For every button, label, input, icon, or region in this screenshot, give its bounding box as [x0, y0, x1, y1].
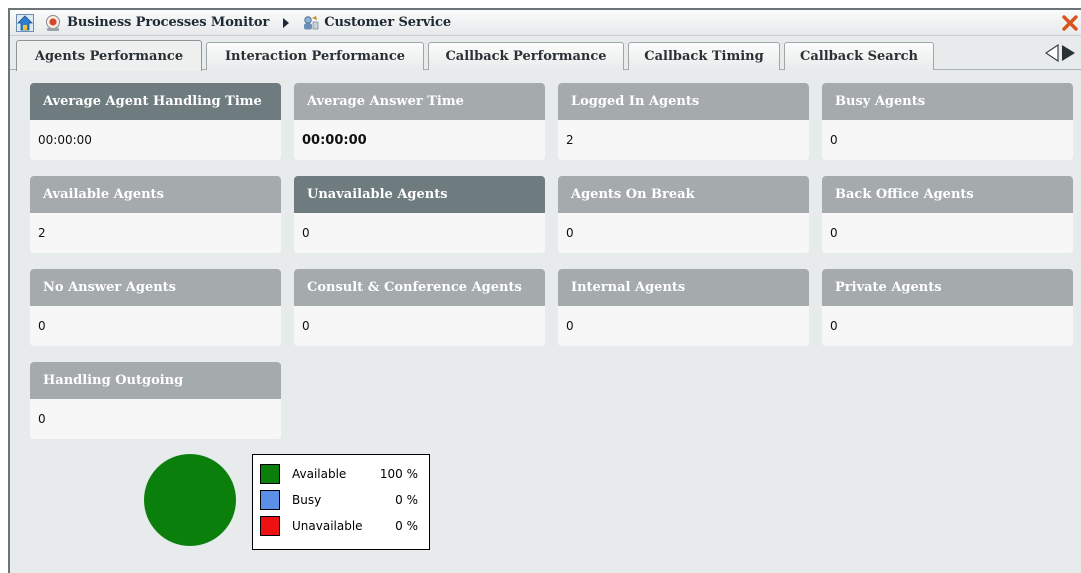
close-icon[interactable] [1061, 13, 1079, 33]
card-private-agents: Private Agents 0 [822, 269, 1073, 346]
legend-swatch-busy [260, 490, 280, 510]
card-unavailable-agents: Unavailable Agents 0 [294, 176, 545, 253]
card-handling-outgoing: Handling Outgoing 0 [30, 362, 281, 439]
monitor-globe-icon [44, 14, 62, 32]
card-value: 0 [558, 213, 809, 253]
tab-callback-performance[interactable]: Callback Performance [428, 42, 624, 70]
card-title: Busy Agents [822, 83, 1073, 120]
card-value: 00:00:00 [30, 120, 281, 160]
card-internal-agents: Internal Agents 0 [558, 269, 809, 346]
legend-value: 0 % [395, 519, 418, 533]
bpm-window: Business Processes Monitor Customer Serv… [8, 8, 1081, 573]
legend-label: Busy [292, 493, 322, 507]
home-icon[interactable] [16, 13, 34, 32]
legend-value: 100 % [379, 467, 418, 481]
legend-swatch-unavailable [260, 516, 280, 536]
card-value: 0 [30, 306, 281, 346]
card-available-agents: Available Agents 2 [30, 176, 281, 253]
card-title: Private Agents [822, 269, 1073, 306]
tab-callback-search[interactable]: Callback Search [784, 42, 934, 70]
tab-label: Agents Performance [34, 48, 184, 64]
card-title: Logged In Agents [558, 83, 809, 120]
legend-item-busy: Busy 0 % [260, 487, 423, 513]
legend-label: Unavailable [292, 519, 363, 533]
tab-scroll-left-icon[interactable] [1043, 43, 1060, 66]
breadcrumb-root[interactable]: Business Processes Monitor [67, 15, 269, 30]
customer-service-icon [301, 14, 319, 32]
tab-bar: Agents Performance Interaction Performan… [10, 37, 1081, 71]
card-average-answer-time: Average Answer Time 00:00:00 [294, 83, 545, 160]
card-value: 0 [822, 120, 1073, 160]
tab-label: Callback Timing [644, 49, 764, 64]
tab-label: Interaction Performance [224, 49, 406, 64]
card-busy-agents: Busy Agents 0 [822, 83, 1073, 160]
card-title: Available Agents [30, 176, 281, 213]
legend-item-available: Available 100 % [260, 461, 423, 487]
breadcrumb-current: Customer Service [324, 15, 451, 30]
card-title: Average Answer Time [294, 83, 545, 120]
tab-label: Callback Performance [445, 49, 607, 64]
card-value: 2 [558, 120, 809, 160]
card-value: 2 [30, 213, 281, 253]
card-value: 0 [30, 399, 281, 439]
card-no-answer-agents: No Answer Agents 0 [30, 269, 281, 346]
title-bar: Business Processes Monitor Customer Serv… [10, 10, 1081, 36]
tab-label: Callback Search [800, 49, 918, 64]
agents-performance-panel: Average Agent Handling Time 00:00:00 Ave… [10, 71, 1081, 573]
card-title: Back Office Agents [822, 176, 1073, 213]
card-average-agent-handling-time: Average Agent Handling Time 00:00:00 [30, 83, 281, 160]
card-back-office-agents: Back Office Agents 0 [822, 176, 1073, 253]
card-title: Consult & Conference Agents [294, 269, 545, 306]
breadcrumb-arrow-icon [281, 17, 291, 29]
legend-swatch-available [260, 464, 280, 484]
card-value: 0 [294, 213, 545, 253]
card-agents-on-break: Agents On Break 0 [558, 176, 809, 253]
pie-slice-available [144, 454, 236, 546]
tab-agents-performance[interactable]: Agents Performance [16, 40, 202, 71]
card-value: 0 [822, 306, 1073, 346]
agent-status-pie-chart [144, 454, 236, 546]
legend-item-unavailable: Unavailable 0 % [260, 513, 423, 539]
card-title: Average Agent Handling Time [30, 83, 281, 120]
card-value: 0 [822, 213, 1073, 253]
card-value: 00:00:00 [294, 120, 545, 160]
card-value: 0 [294, 306, 545, 346]
legend-value: 0 % [395, 493, 418, 507]
card-title: Handling Outgoing [30, 362, 281, 399]
card-logged-in-agents: Logged In Agents 2 [558, 83, 809, 160]
card-consult-conference-agents: Consult & Conference Agents 0 [294, 269, 545, 346]
card-title: Internal Agents [558, 269, 809, 306]
card-title: No Answer Agents [30, 269, 281, 306]
card-value: 0 [558, 306, 809, 346]
pie-legend: Available 100 % Busy 0 % Unavailable 0 % [252, 454, 430, 550]
tab-interaction-performance[interactable]: Interaction Performance [206, 42, 424, 70]
legend-label: Available [292, 467, 347, 481]
card-title: Agents On Break [558, 176, 809, 213]
tab-callback-timing[interactable]: Callback Timing [628, 42, 780, 70]
card-title: Unavailable Agents [294, 176, 545, 213]
tab-scroller [1043, 43, 1077, 66]
tab-scroll-right-icon[interactable] [1060, 43, 1077, 66]
